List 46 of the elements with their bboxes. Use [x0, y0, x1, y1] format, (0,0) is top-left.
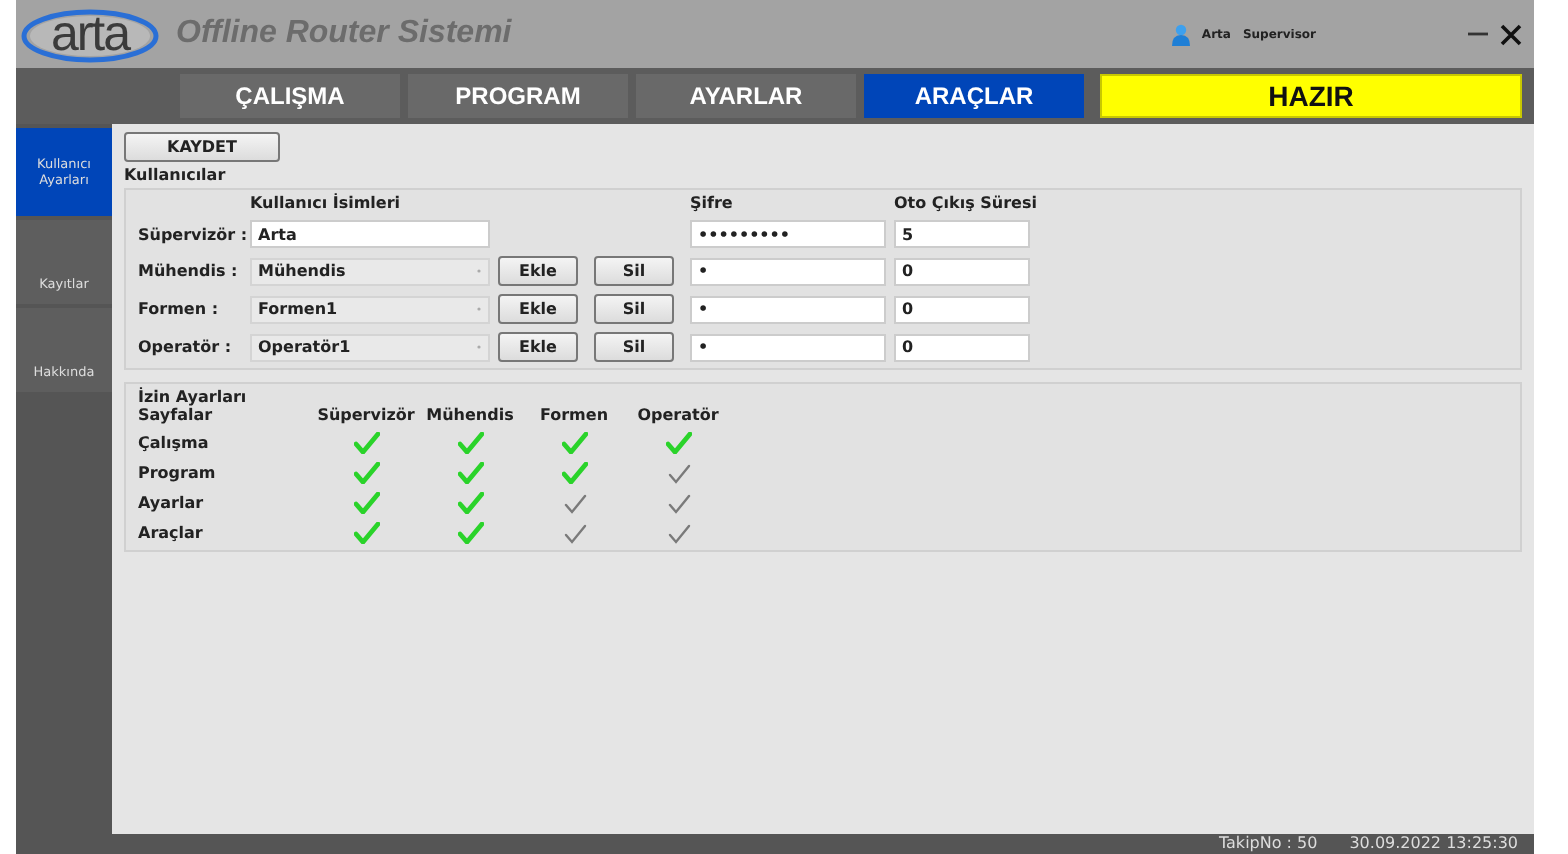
column-header: Şifre	[690, 194, 735, 212]
role-label: Süpervizör :	[138, 225, 242, 243]
page-label: Araçlar	[138, 524, 203, 542]
password-field[interactable]: •••••••••	[690, 220, 886, 248]
column-header: Operatör	[637, 406, 719, 424]
password-field[interactable]: •	[690, 257, 886, 285]
column-header: Kullanıcı İsimleri	[250, 194, 403, 212]
column-header: Sayfalar	[138, 406, 213, 424]
add-button[interactable]: Ekle	[498, 294, 578, 324]
password-field[interactable]: •	[690, 295, 886, 323]
page-label: Çalışma	[138, 434, 209, 452]
timeout-field[interactable]: 0	[894, 333, 1030, 361]
name-field[interactable]: Arta	[250, 220, 490, 248]
role-label: Formen :	[138, 300, 221, 318]
timeout-field[interactable]: 0	[894, 257, 1030, 285]
close-icon	[1500, 23, 1522, 45]
page-label: Program	[138, 464, 216, 482]
nav-tab[interactable]: AYARLAR	[636, 74, 856, 118]
user-icon	[1171, 23, 1190, 45]
column-header: Mühendis	[426, 406, 514, 424]
add-button[interactable]: Ekle	[498, 256, 578, 286]
add-button[interactable]: Ekle	[498, 332, 578, 362]
timeout-field[interactable]: 5	[894, 220, 1030, 248]
user-dropdown[interactable]: Formen1	[250, 295, 490, 323]
user-dropdown[interactable]: Mühendis	[250, 257, 490, 285]
status-datetime: 30.09.2022 13:25:30	[1349, 834, 1518, 854]
nav-tab[interactable]: ÇALIŞMA	[180, 74, 400, 118]
role-label: Mühendis :	[138, 262, 240, 280]
section-title: Kullanıcılar	[124, 166, 228, 184]
page-label: Ayarlar	[138, 494, 204, 512]
nav-tab[interactable]: PROGRAM	[408, 74, 628, 118]
save-button[interactable]: KAYDET	[124, 132, 280, 162]
user-dropdown[interactable]: Operatör1	[250, 333, 490, 361]
column-header: Süpervizör	[317, 406, 415, 424]
delete-button[interactable]: Sil	[594, 294, 674, 324]
nav-tab[interactable]: ARAÇLAR	[864, 74, 1084, 118]
delete-button[interactable]: Sil	[594, 332, 674, 362]
delete-button[interactable]: Sil	[594, 256, 674, 286]
tracking-number: TakipNo : 50	[1218, 834, 1318, 854]
status-badge: HAZIR	[1100, 74, 1522, 118]
column-header: Formen	[539, 406, 609, 424]
password-field[interactable]: •	[690, 333, 886, 361]
role-label: Operatör :	[138, 338, 234, 356]
close-button[interactable]	[1500, 23, 1522, 45]
timeout-field[interactable]: 0	[894, 295, 1030, 323]
section-title: İzin Ayarları	[138, 388, 249, 406]
